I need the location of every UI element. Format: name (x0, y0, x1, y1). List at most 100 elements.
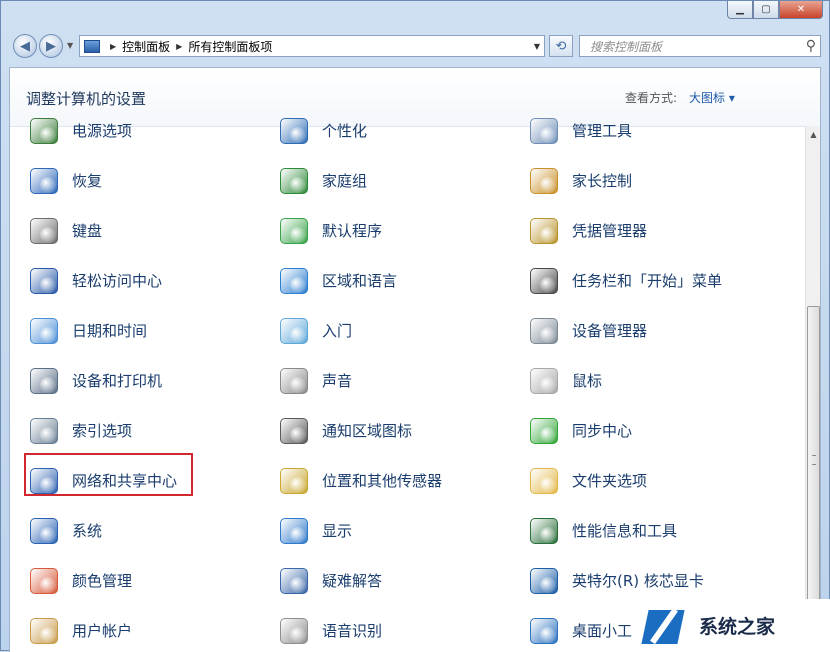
item-notification-icons[interactable]: 通知区域图标 (276, 410, 412, 450)
item-label: 家长控制 (572, 171, 633, 190)
maximize-button[interactable]: ▢ (753, 1, 779, 19)
breadcrumb-chevron-icon[interactable]: ▶ (110, 42, 116, 51)
title-bar: ▁ ▢ ✕ (1, 1, 829, 23)
navigation-bar: ◀ ▶ ▼ ▶ 控制面板 ▶ 所有控制面板项 ▼ ⟲ 搜索控制面板 ⚲ (1, 29, 829, 63)
content-pane: 调整计算机的设置 查看方式: 大图标 ▾ 电源选项 个性化 管理工具恢复 家庭组 家长控… (9, 67, 821, 652)
pc-restore-icon (26, 163, 60, 197)
tray-icon (276, 413, 310, 447)
item-label: 电源选项 (72, 121, 133, 140)
item-recovery[interactable]: 恢复 (26, 160, 102, 200)
keyboard-icon (26, 213, 60, 247)
scroll-thumb[interactable] (807, 306, 820, 611)
item-user-accounts[interactable]: 用户帐户 (26, 610, 132, 650)
item-performance-info[interactable]: 性能信息和工具 (526, 510, 677, 550)
item-default-programs[interactable]: 默认程序 (276, 210, 382, 250)
item-device-manager[interactable]: 设备管理器 (526, 310, 647, 350)
item-label: 性能信息和工具 (572, 521, 678, 540)
checklist-icon (526, 113, 560, 147)
item-label: 鼠标 (572, 371, 603, 390)
item-getting-started[interactable]: 入门 (276, 310, 352, 350)
item-color-management[interactable]: 颜色管理 (26, 560, 132, 600)
calendar-clock-icon (26, 313, 60, 347)
item-personalization[interactable]: 个性化 (276, 110, 367, 150)
item-taskbar-start[interactable]: 任务栏和「开始」菜单 (526, 260, 722, 300)
magnifier-icon (26, 413, 60, 447)
item-display[interactable]: 显示 (276, 510, 352, 550)
gadgets-icon (526, 613, 560, 647)
color-icon (26, 563, 60, 597)
item-label: 索引选项 (72, 421, 133, 440)
item-mouse[interactable]: 鼠标 (526, 360, 602, 400)
item-label: 日期和时间 (72, 321, 148, 340)
item-date-time[interactable]: 日期和时间 (26, 310, 147, 350)
item-label: 凭据管理器 (572, 221, 648, 240)
item-label: 英特尔(R) 核芯显卡 (572, 571, 704, 590)
device-manager-icon (526, 313, 560, 347)
item-system[interactable]: 系统 (26, 510, 102, 550)
item-label: 键盘 (72, 221, 103, 240)
item-label: 通知区域图标 (322, 421, 413, 440)
item-keyboard[interactable]: 键盘 (26, 210, 102, 250)
minimize-button[interactable]: ▁ (727, 1, 753, 19)
close-icon: ✕ (796, 4, 806, 15)
address-dropdown-icon[interactable]: ▼ (534, 42, 540, 51)
battery-icon (26, 113, 60, 147)
item-devices-printers[interactable]: 设备和打印机 (26, 360, 162, 400)
item-folder-options[interactable]: 文件夹选项 (526, 460, 647, 500)
item-location-sensors[interactable]: 位置和其他传感器 (276, 460, 442, 500)
family-icon (526, 163, 560, 197)
item-desktop-gadgets[interactable]: 桌面小工 (526, 610, 632, 650)
intel-icon (526, 563, 560, 597)
refresh-button[interactable]: ⟲ (549, 35, 573, 57)
item-label: 恢复 (72, 171, 103, 190)
forward-button[interactable]: ▶ (39, 34, 63, 58)
display-icon (276, 513, 310, 547)
item-region-language[interactable]: 区域和语言 (276, 260, 397, 300)
item-ease-of-access[interactable]: 轻松访问中心 (26, 260, 162, 300)
item-label: 家庭组 (322, 171, 368, 190)
view-by-dropdown[interactable]: 大图标 ▾ (689, 89, 735, 106)
highlight-box (24, 453, 193, 496)
breadcrumb-all-items[interactable]: 所有控制面板项 (188, 38, 272, 55)
globe-clock-icon (276, 263, 310, 297)
item-admin-tools[interactable]: 管理工具 (526, 110, 632, 150)
breadcrumb-control-panel[interactable]: 控制面板 (122, 38, 170, 55)
recent-pages-dropdown[interactable]: ▼ (67, 41, 73, 50)
item-power-options[interactable]: 电源选项 (26, 110, 132, 150)
item-label: 系统 (72, 521, 103, 540)
monitor-icon (276, 113, 310, 147)
scroll-up-arrow-icon[interactable]: ▲ (806, 126, 820, 143)
item-label: 桌面小工 (572, 621, 633, 640)
item-troubleshooting[interactable]: 疑难解答 (276, 560, 382, 600)
back-arrow-icon: ◀ (20, 38, 30, 54)
item-label: 入门 (322, 321, 353, 340)
item-parental-controls[interactable]: 家长控制 (526, 160, 632, 200)
windows-logo-icon (276, 213, 310, 247)
mouse-icon (526, 363, 560, 397)
item-homegroup[interactable]: 家庭组 (276, 160, 367, 200)
item-sound[interactable]: 声音 (276, 360, 352, 400)
close-button[interactable]: ✕ (779, 1, 823, 19)
item-intel-graphics[interactable]: 英特尔(R) 核芯显卡 (526, 560, 704, 600)
vault-icon (526, 213, 560, 247)
search-placeholder: 搜索控制面板 (590, 39, 663, 54)
search-box[interactable]: 搜索控制面板 ⚲ (579, 35, 821, 57)
view-by-label: 查看方式: (625, 91, 678, 105)
item-speech-recognition[interactable]: 语音识别 (276, 610, 382, 650)
item-label: 轻松访问中心 (72, 271, 163, 290)
page-title: 调整计算机的设置 (26, 90, 147, 108)
printer-icon (26, 363, 60, 397)
item-credential-manager[interactable]: 凭据管理器 (526, 210, 647, 250)
speaker-icon (276, 363, 310, 397)
item-sync-center[interactable]: 同步中心 (526, 410, 632, 450)
address-bar[interactable]: ▶ 控制面板 ▶ 所有控制面板项 ▼ (79, 35, 545, 57)
search-icon[interactable]: ⚲ (806, 38, 816, 54)
control-panel-icon (84, 39, 100, 53)
back-button[interactable]: ◀ (13, 34, 37, 58)
breadcrumb-chevron-icon[interactable]: ▶ (176, 42, 182, 51)
item-label: 位置和其他传感器 (322, 471, 443, 490)
item-indexing-options[interactable]: 索引选项 (26, 410, 132, 450)
item-label: 颜色管理 (72, 571, 133, 590)
vertical-scrollbar[interactable]: ▲ ▼ (805, 126, 820, 652)
item-label: 同步中心 (572, 421, 633, 440)
